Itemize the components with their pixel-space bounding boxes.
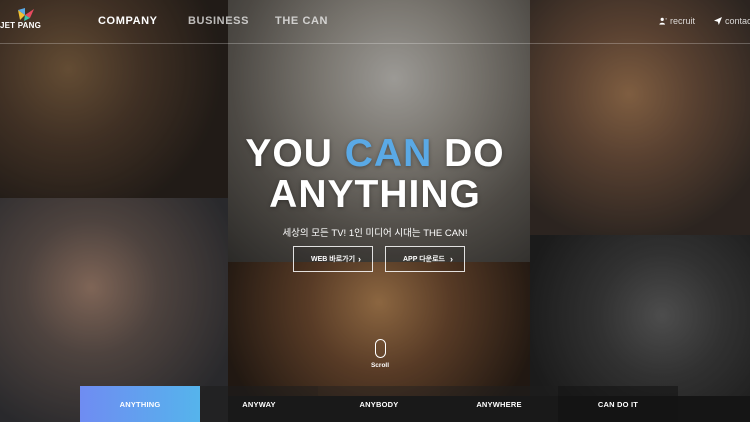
hero-title-accent: CAN — [344, 132, 433, 175]
web-shortcut-label: WEB 바로가기 — [311, 256, 356, 263]
hero-title-part1: YOU — [245, 132, 345, 175]
nav-company[interactable]: COMPANY — [98, 15, 158, 27]
hero-title-part2: DO — [432, 132, 505, 175]
contact-link[interactable]: contact — [714, 16, 750, 26]
person-add-icon — [659, 17, 667, 25]
tab-anyway[interactable]: ANYWAY — [200, 386, 318, 422]
hero-title-line2: ANYTHING — [269, 173, 481, 216]
app-download-label: APP 다운로드 — [403, 256, 445, 263]
tab-anybody[interactable]: ANYBODY — [318, 386, 440, 422]
recruit-link[interactable]: recruit — [659, 16, 695, 26]
hero-title: YOU CAN DO ANYTHING — [0, 133, 750, 215]
logo-mark-icon — [18, 8, 34, 21]
scroll-label: Scroll — [370, 362, 390, 369]
scroll-indicator[interactable]: Scroll — [366, 339, 394, 369]
tab-can-do-it[interactable]: CAN DO IT — [558, 386, 678, 422]
paper-plane-icon — [714, 17, 722, 25]
chevron-right-icon: › — [358, 254, 361, 264]
nav-the-can[interactable]: THE CAN — [275, 15, 328, 27]
logo-text: JET PANG — [0, 21, 42, 30]
web-shortcut-button[interactable]: WEB 바로가기 › — [293, 246, 373, 272]
nav-business[interactable]: BUSINESS — [188, 15, 249, 27]
app-download-button[interactable]: APP 다운로드 › — [385, 246, 465, 272]
section-tabs: ANYTHING ANYWAY ANYBODY ANYWHERE CAN DO … — [0, 386, 750, 422]
mouse-icon — [374, 339, 386, 358]
contact-label: contact — [725, 16, 750, 26]
tab-anywhere[interactable]: ANYWHERE — [440, 386, 558, 422]
recruit-label: recruit — [670, 16, 696, 26]
tab-anything[interactable]: ANYTHING — [80, 386, 200, 422]
hero-subtitle: 세상의 모든 TV! 1인 미디어 시대는 THE CAN! — [282, 228, 468, 239]
chevron-right-icon: › — [450, 254, 453, 264]
logo[interactable]: JET PANG — [0, 8, 46, 36]
site-header: JET PANG COMPANY BUSINESS THE CAN recrui… — [0, 0, 750, 44]
